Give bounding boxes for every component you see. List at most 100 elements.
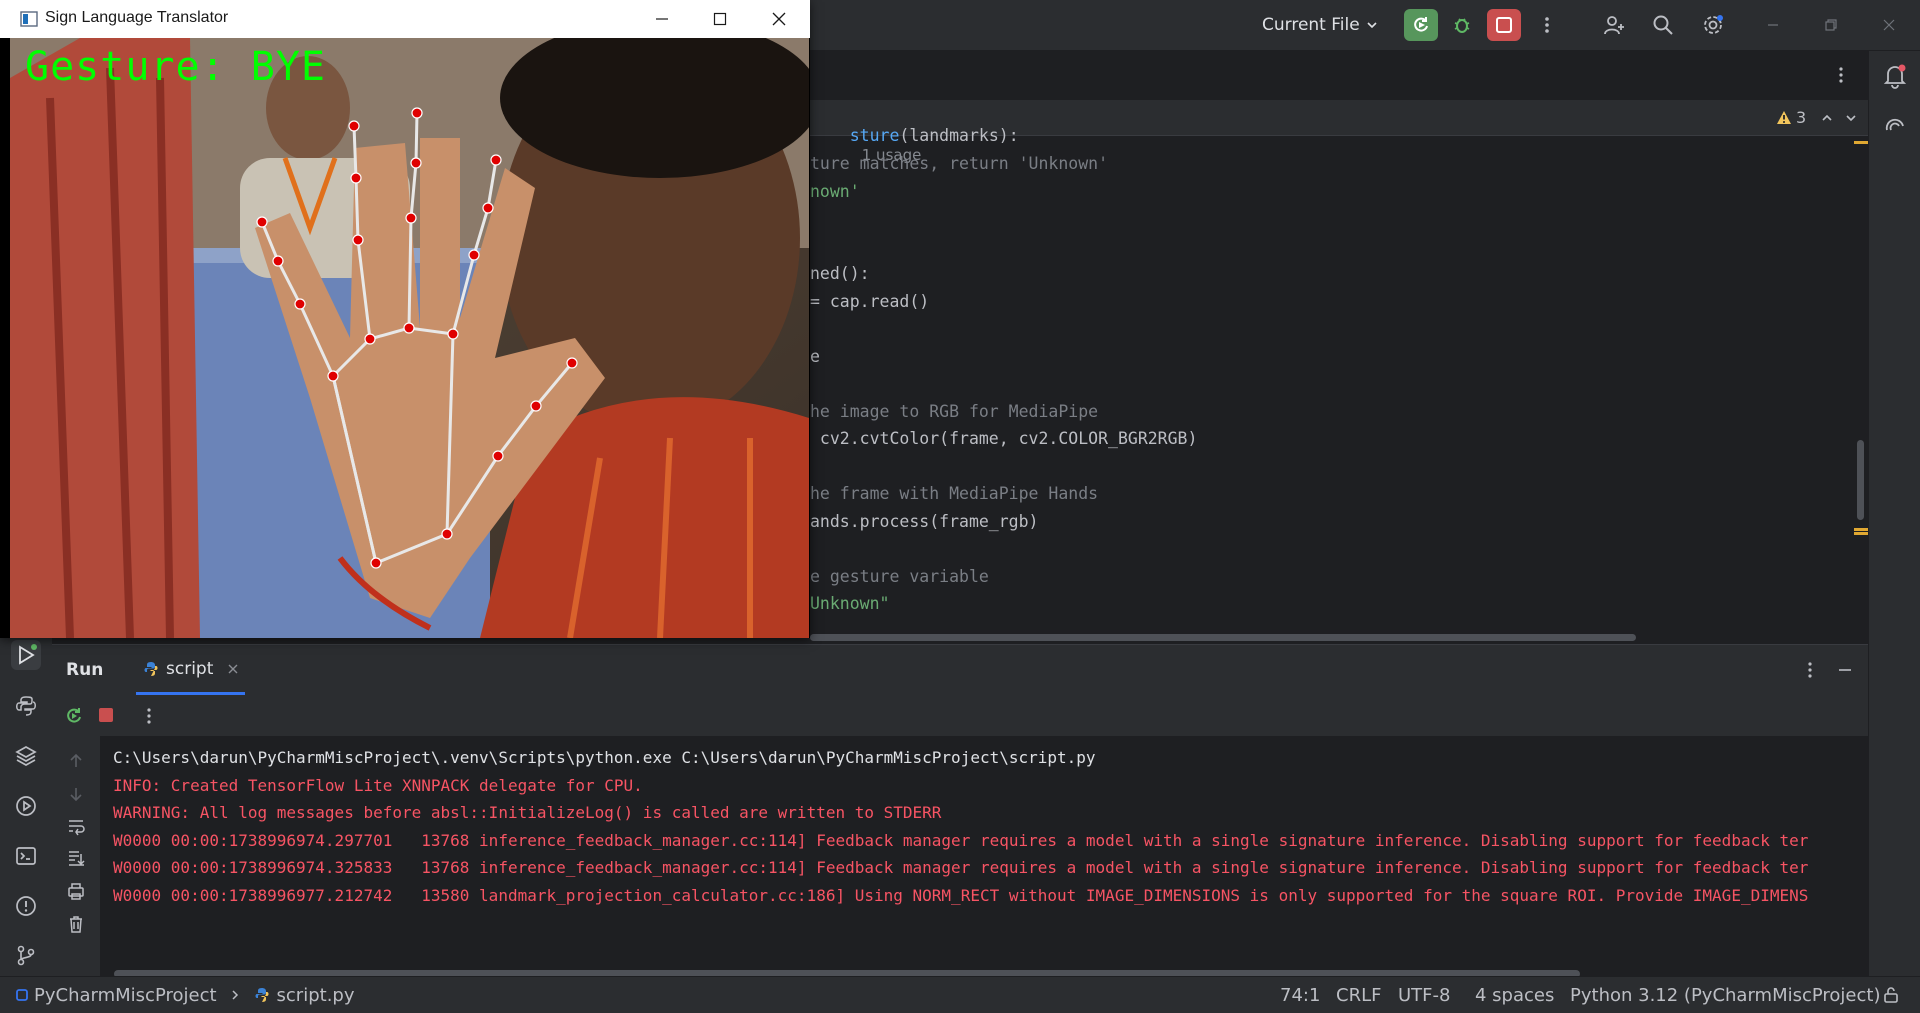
- editor-horizontal-scrollbar[interactable]: [810, 634, 1636, 641]
- python-interpreter[interactable]: Python 3.12 (PyCharmMiscProject): [1570, 977, 1880, 1013]
- breadcrumb-function[interactable]: sture: [850, 126, 900, 145]
- print-icon[interactable]: [66, 881, 86, 901]
- read-only-toggle[interactable]: [1882, 977, 1900, 1013]
- chevron-down-icon[interactable]: [1844, 111, 1858, 125]
- stop-run-button[interactable]: [98, 707, 114, 727]
- search-everywhere-button[interactable]: [1646, 9, 1680, 41]
- more-vert-icon: [147, 708, 151, 724]
- problems-button[interactable]: [11, 891, 41, 921]
- script-tab-label: script: [166, 658, 214, 679]
- rerun-button[interactable]: [1404, 9, 1438, 41]
- layers-button[interactable]: [11, 741, 41, 771]
- console-line: W0000 00:00:1738996974.325833 13768 infe…: [113, 858, 1809, 877]
- settings-button[interactable]: [1696, 9, 1730, 41]
- run-config-selector[interactable]: Current File: [1262, 12, 1378, 38]
- rerun-icon: [67, 708, 81, 723]
- git-button[interactable]: [11, 940, 41, 970]
- ai-assistant-icon: [1885, 118, 1904, 131]
- debug-icon: [1454, 18, 1470, 33]
- minimize-icon[interactable]: [655, 12, 669, 26]
- ai-assistant-button[interactable]: [1882, 113, 1908, 139]
- clear-all-icon[interactable]: [66, 914, 86, 934]
- minimize-icon: [1768, 24, 1778, 26]
- problems-icon: [16, 896, 36, 916]
- scroll-up-icon[interactable]: [67, 752, 85, 770]
- code-with-me-button[interactable]: [1597, 9, 1631, 41]
- console-output[interactable]: C:\Users\darun\PyCharmMiscProject\.venv\…: [52, 736, 1868, 976]
- code-lines[interactable]: ture matches, return 'Unknown' nown' ned()…: [810, 150, 1197, 618]
- more-vert-icon: [1545, 17, 1549, 33]
- sign-language-translator-window[interactable]: Sign Language Translator Gesture: BYE: [0, 0, 810, 638]
- close-icon[interactable]: [227, 663, 239, 675]
- console-line: INFO: Created TensorFlow Lite XNNPACK de…: [113, 775, 643, 795]
- left-tool-strip: [0, 636, 53, 976]
- editor-tabs-menu-button[interactable]: [1838, 65, 1852, 85]
- editor-vertical-scrollbar[interactable]: [1857, 440, 1864, 520]
- line-separator[interactable]: CRLF: [1336, 977, 1381, 1013]
- console-gutter: [52, 736, 100, 976]
- stop-button[interactable]: [1487, 9, 1521, 41]
- code-line: ned():: [810, 264, 870, 283]
- window-titlebar[interactable]: Sign Language Translator: [0, 0, 810, 38]
- console-line: C:\Users\darun\PyCharmMiscProject\.venv\…: [113, 748, 1096, 767]
- code-line: ands.process(frame_rgb): [810, 511, 1039, 531]
- services-button[interactable]: [11, 791, 41, 821]
- soft-wrap-icon[interactable]: [66, 816, 86, 836]
- more-actions-button[interactable]: [1530, 9, 1564, 41]
- chevron-down-icon: [1367, 22, 1377, 29]
- caret-position[interactable]: 74:1: [1280, 977, 1320, 1013]
- run-tool-window: Run script C:\Users\darun\PyCharmMiscPro…: [52, 644, 1868, 976]
- python-file-icon: [255, 988, 269, 1002]
- stop-icon: [1496, 17, 1512, 33]
- webcam-frame: Gesture: BYE: [10, 38, 809, 638]
- script-run-tab[interactable]: script: [136, 645, 246, 695]
- breadcrumb-params: (landmarks):: [899, 126, 1019, 145]
- code-line: e: [810, 346, 820, 366]
- settings-icon: [1704, 15, 1723, 34]
- services-icon: [16, 796, 36, 816]
- close-icon[interactable]: [772, 12, 786, 26]
- console-line: WARNING: All log messages before absl::I…: [113, 803, 942, 822]
- rerun-button[interactable]: [64, 706, 84, 730]
- terminal-button[interactable]: [11, 841, 41, 871]
- code-line: ture matches, return 'Unknown': [810, 154, 1109, 173]
- stop-icon: [99, 708, 113, 722]
- hide-panel-button[interactable]: [1837, 662, 1853, 682]
- scroll-to-end-icon[interactable]: [66, 848, 86, 868]
- maximize-icon[interactable]: [713, 12, 727, 26]
- run-title: Run: [66, 660, 104, 680]
- gesture-label: Gesture: BYE: [25, 44, 326, 90]
- python-packages-button[interactable]: [11, 691, 41, 721]
- breadcrumb-file[interactable]: script.py: [277, 985, 355, 1006]
- add-user-icon: [1604, 16, 1624, 35]
- scroll-down-icon[interactable]: [67, 785, 85, 803]
- warning-icon: [1777, 110, 1791, 124]
- inspection-widget[interactable]: 3: [1776, 108, 1858, 127]
- more-vert-icon: [1808, 662, 1812, 678]
- webcam-image: [10, 38, 809, 638]
- window-title: Sign Language Translator: [45, 9, 229, 26]
- rerun-icon: [1414, 17, 1428, 32]
- more-run-actions-button[interactable]: [146, 707, 152, 729]
- breadcrumb-project[interactable]: PyCharmMiscProject: [34, 985, 217, 1006]
- restore-icon: [1825, 19, 1837, 31]
- run-options-button[interactable]: [1807, 661, 1813, 683]
- console-line: W0000 00:00:1738996977.212742 13580 land…: [113, 885, 1809, 905]
- project-icon: [16, 989, 28, 1001]
- file-encoding[interactable]: UTF-8: [1398, 977, 1450, 1013]
- app-icon: [20, 11, 38, 27]
- chevron-right-icon: [232, 990, 238, 1000]
- debug-button[interactable]: [1445, 9, 1479, 41]
- chevron-up-icon[interactable]: [1820, 111, 1834, 125]
- indent-setting[interactable]: 4 spaces: [1475, 977, 1554, 1013]
- run-tool-button[interactable]: [11, 640, 41, 670]
- notifications-button[interactable]: [1882, 63, 1908, 89]
- ide-minimize-button[interactable]: [1758, 12, 1788, 38]
- ide-close-button[interactable]: [1874, 12, 1904, 38]
- ide-restore-button[interactable]: [1816, 12, 1846, 38]
- console-lines: C:\Users\darun\PyCharmMiscProject\.venv\…: [113, 744, 1808, 909]
